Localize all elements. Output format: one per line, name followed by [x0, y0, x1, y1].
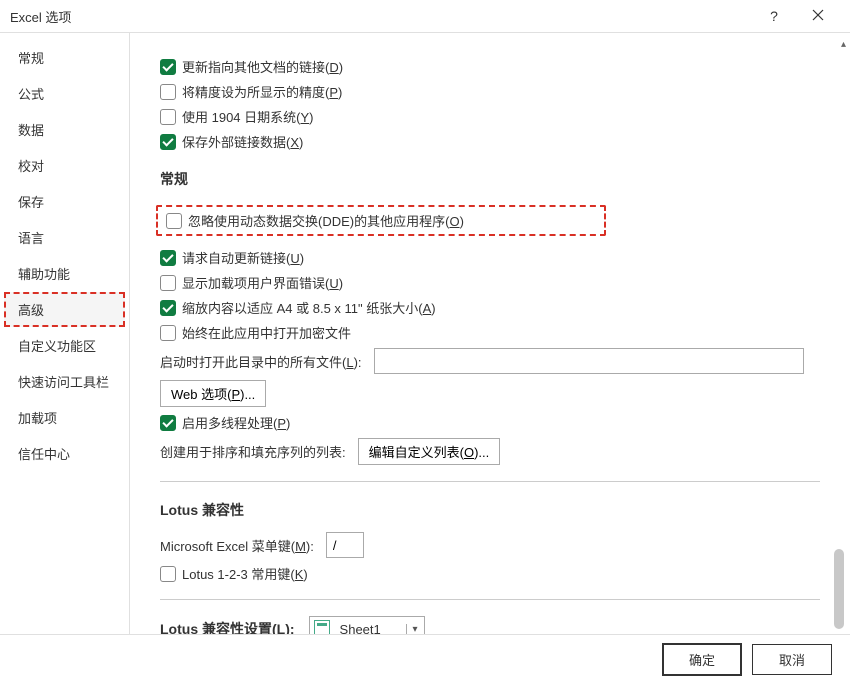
menu-key-label: Microsoft Excel 菜单键(M): — [160, 536, 314, 555]
check-open-encrypted[interactable]: 始终在此应用中打开加密文件 — [160, 323, 820, 342]
check-scale-for-paper[interactable]: 缩放内容以适应 A4 或 8.5 x 11" 纸张大小(A) — [160, 298, 820, 317]
section-lotus-settings-title: Lotus 兼容性设置(L): — [160, 619, 295, 634]
checkbox-icon[interactable] — [160, 250, 176, 266]
sidebar-item-formulas[interactable]: 公式 — [4, 76, 125, 111]
checkbox-icon[interactable] — [160, 59, 176, 75]
check-label: 显示加载项用户界面错误(U) — [182, 273, 343, 292]
menu-key-input[interactable] — [326, 532, 364, 558]
check-label: 启用多线程处理(P) — [182, 413, 290, 432]
check-1904-date-system[interactable]: 使用 1904 日期系统(Y) — [160, 107, 820, 126]
check-multithread[interactable]: 启用多线程处理(P) — [160, 413, 820, 432]
sidebar-item-proofing[interactable]: 校对 — [4, 148, 125, 183]
scrollbar[interactable]: ▴ — [834, 63, 844, 623]
check-request-auto-update[interactable]: 请求自动更新链接(U) — [160, 248, 820, 267]
sidebar-item-language[interactable]: 语言 — [4, 220, 125, 255]
checkbox-icon[interactable] — [160, 275, 176, 291]
check-label: 保存外部链接数据(X) — [182, 132, 303, 151]
checkbox-icon[interactable] — [160, 109, 176, 125]
check-lotus-keys[interactable]: Lotus 1-2-3 常用键(K) — [160, 564, 820, 583]
lotus-sheet-combo[interactable]: Sheet1 ▾ — [309, 616, 425, 634]
checkbox-icon[interactable] — [160, 566, 176, 582]
web-options-button[interactable]: Web 选项(P)... — [160, 380, 266, 407]
sheet-icon — [314, 620, 332, 634]
checkbox-icon[interactable] — [160, 415, 176, 431]
scroll-up-icon[interactable]: ▴ — [841, 39, 846, 50]
sidebar-item-addins[interactable]: 加载项 — [4, 400, 125, 435]
sidebar-item-customize-ribbon[interactable]: 自定义功能区 — [4, 328, 125, 363]
check-show-addin-errors[interactable]: 显示加载项用户界面错误(U) — [160, 273, 820, 292]
titlebar: Excel 选项 ? — [0, 0, 850, 32]
cancel-button[interactable]: 取消 — [752, 644, 832, 675]
check-label: 始终在此应用中打开加密文件 — [182, 323, 351, 342]
check-update-links[interactable]: 更新指向其他文档的链接(D) — [160, 57, 820, 76]
check-label: 使用 1904 日期系统(Y) — [182, 107, 314, 126]
sidebar-item-trust-center[interactable]: 信任中心 — [4, 436, 125, 471]
check-label: Lotus 1-2-3 常用键(K) — [182, 564, 308, 583]
footer: 确定 取消 — [0, 634, 850, 684]
checkbox-icon[interactable] — [160, 134, 176, 150]
help-button[interactable]: ? — [752, 8, 796, 24]
sidebar-item-quick-access[interactable]: 快速访问工具栏 — [4, 364, 125, 399]
chevron-down-icon: ▾ — [406, 624, 424, 635]
edit-custom-lists-button[interactable]: 编辑自定义列表(O)... — [358, 438, 501, 465]
sidebar-item-advanced[interactable]: 高级 — [4, 292, 125, 327]
check-save-external-links[interactable]: 保存外部链接数据(X) — [160, 132, 820, 151]
checkbox-icon[interactable] — [160, 325, 176, 341]
scroll-thumb[interactable] — [834, 549, 844, 629]
check-label: 缩放内容以适应 A4 或 8.5 x 11" 纸张大小(A) — [182, 298, 436, 317]
check-label: 更新指向其他文档的链接(D) — [182, 57, 343, 76]
checkbox-icon[interactable] — [166, 213, 182, 229]
content-panel: 更新指向其他文档的链接(D) 将精度设为所显示的精度(P) 使用 1904 日期… — [130, 33, 850, 634]
sidebar-item-accessibility[interactable]: 辅助功能 — [4, 256, 125, 291]
custom-lists-label: 创建用于排序和填充序列的列表: — [160, 442, 346, 461]
ok-button[interactable]: 确定 — [662, 643, 742, 676]
row-open-all-files: 启动时打开此目录中的所有文件(L): — [160, 348, 820, 374]
checkbox-icon[interactable] — [160, 300, 176, 316]
main-area: 常规 公式 数据 校对 保存 语言 辅助功能 高级 自定义功能区 快速访问工具栏… — [0, 32, 850, 634]
divider — [160, 599, 820, 600]
section-lotus-compat-title: Lotus 兼容性 — [160, 500, 820, 520]
check-precision-as-displayed[interactable]: 将精度设为所显示的精度(P) — [160, 82, 820, 101]
sidebar-item-save[interactable]: 保存 — [4, 184, 125, 219]
divider — [160, 481, 820, 482]
check-ignore-dde[interactable]: 忽略使用动态数据交换(DDE)的其他应用程序(O) — [156, 205, 606, 236]
combo-text: Sheet1 — [336, 622, 406, 635]
section-general-title: 常规 — [160, 169, 820, 189]
checkbox-icon[interactable] — [160, 84, 176, 100]
row-lotus-settings-header: Lotus 兼容性设置(L): Sheet1 ▾ — [160, 616, 820, 634]
close-button[interactable] — [796, 9, 840, 24]
open-files-input[interactable] — [374, 348, 804, 374]
check-label: 将精度设为所显示的精度(P) — [182, 82, 342, 101]
check-label: 请求自动更新链接(U) — [182, 248, 304, 267]
scroll-track[interactable] — [836, 63, 844, 623]
close-icon — [812, 9, 824, 21]
sidebar-item-data[interactable]: 数据 — [4, 112, 125, 147]
open-files-label: 启动时打开此目录中的所有文件(L): — [160, 352, 362, 371]
sidebar-item-general[interactable]: 常规 — [4, 40, 125, 75]
sidebar: 常规 公式 数据 校对 保存 语言 辅助功能 高级 自定义功能区 快速访问工具栏… — [0, 33, 130, 634]
window-title: Excel 选项 — [10, 7, 752, 26]
check-label: 忽略使用动态数据交换(DDE)的其他应用程序(O) — [188, 211, 464, 230]
row-excel-menu-key: Microsoft Excel 菜单键(M): — [160, 532, 820, 558]
row-web-options: Web 选项(P)... — [160, 380, 820, 407]
row-custom-lists: 创建用于排序和填充序列的列表: 编辑自定义列表(O)... — [160, 438, 820, 465]
